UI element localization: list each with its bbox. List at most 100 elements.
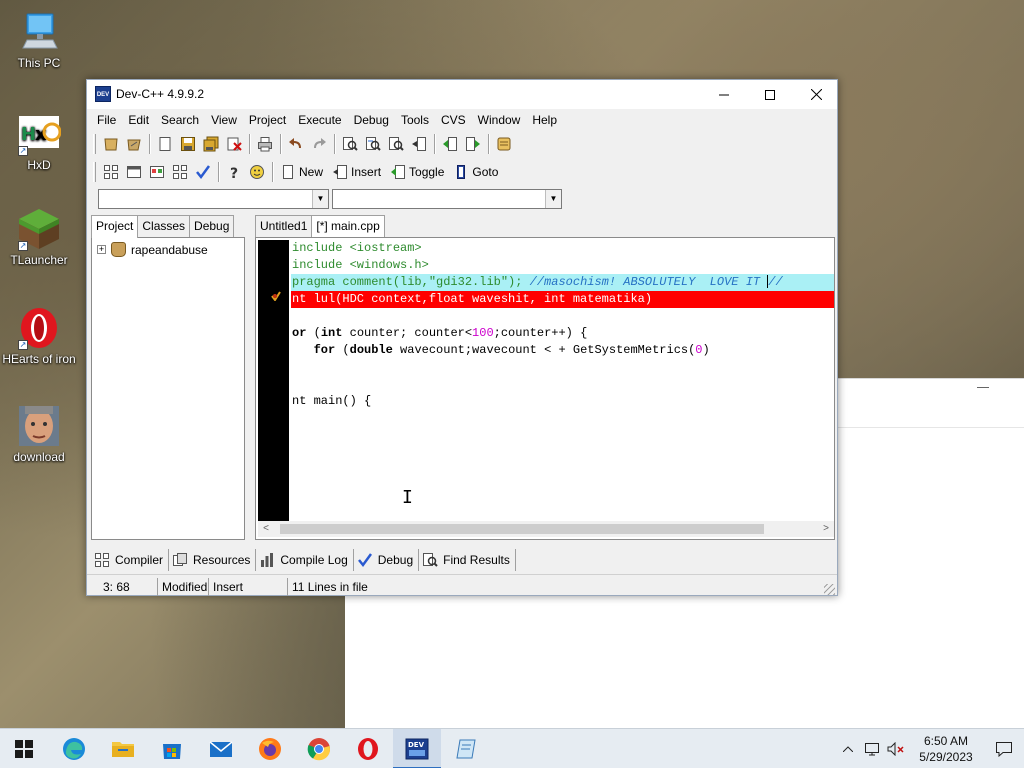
menu-search[interactable]: Search (155, 109, 205, 131)
run-button[interactable] (123, 161, 145, 183)
new-file-button[interactable] (154, 133, 176, 155)
menu-window[interactable]: Window (472, 109, 527, 131)
goto-bookmark-button[interactable]: Goto (450, 161, 504, 183)
save-all-button[interactable] (200, 133, 222, 155)
tab-compile-log[interactable]: Compile Log (256, 549, 354, 571)
menu-debug[interactable]: Debug (348, 109, 395, 131)
start-button[interactable] (0, 729, 48, 768)
class-combo[interactable]: ▼ (98, 189, 329, 209)
close-file-button[interactable] (223, 133, 245, 155)
taskbar-store[interactable] (148, 729, 196, 768)
chevron-down-icon[interactable]: ▼ (312, 190, 328, 208)
tab-main-cpp[interactable]: [*] main.cpp (311, 215, 385, 237)
tab-debug-output[interactable]: Debug (354, 549, 420, 571)
project-icon (104, 138, 118, 151)
show-hidden-icons-button[interactable] (836, 729, 860, 768)
desktop-icon-this-pc[interactable]: This PC (1, 10, 77, 70)
code-text[interactable]: include <iostream> include <windows.h> p… (291, 240, 834, 521)
menu-help[interactable]: Help (526, 109, 563, 131)
tab-compiler[interactable]: Compiler (91, 549, 170, 571)
redo-button[interactable] (308, 133, 330, 155)
taskbar-mail[interactable] (197, 729, 245, 768)
find-next-button[interactable] (385, 133, 407, 155)
new-class-button[interactable]: New (277, 161, 329, 183)
open-file-button[interactable] (123, 133, 145, 155)
editor-gutter[interactable] (258, 240, 289, 521)
taskbar-devcpp[interactable]: DEV (393, 729, 441, 768)
checkmark-icon (357, 553, 372, 568)
menu-edit[interactable]: Edit (122, 109, 155, 131)
status-line-count: 11 Lines in file (292, 580, 368, 594)
tab-debug[interactable]: Debug (189, 215, 235, 237)
code-editor[interactable]: include <iostream> include <windows.h> p… (255, 237, 835, 540)
about-button[interactable] (246, 161, 268, 183)
scrollbar-thumb[interactable] (280, 524, 764, 534)
network-tray-button[interactable] (860, 729, 884, 768)
background-window-minimize[interactable] (977, 387, 989, 388)
open-project-button[interactable] (100, 133, 122, 155)
save-button[interactable] (177, 133, 199, 155)
menu-project[interactable]: Project (243, 109, 292, 131)
chevron-down-icon[interactable]: ▼ (545, 190, 561, 208)
horizontal-scrollbar[interactable]: < > (258, 521, 834, 537)
taskbar-file-explorer[interactable] (99, 729, 147, 768)
taskbar-firefox[interactable] (246, 729, 294, 768)
menu-file[interactable]: File (91, 109, 122, 131)
insert-button[interactable]: Insert (329, 161, 387, 183)
taskbar-clock[interactable]: 6:50 AM 5/29/2023 (908, 733, 984, 765)
taskbar-opera[interactable] (344, 729, 392, 768)
tab-untitled1[interactable]: Untitled1 (255, 215, 313, 237)
volume-tray-button[interactable] (884, 729, 908, 768)
help-button[interactable]: ? (223, 161, 245, 183)
syntax-check-button[interactable] (192, 161, 214, 183)
compile-run-button[interactable] (146, 161, 168, 183)
toggle-bookmark-button[interactable]: Toggle (387, 161, 450, 183)
replace-button[interactable] (362, 133, 384, 155)
find-button[interactable] (339, 133, 361, 155)
desktop-icon-download[interactable]: download (1, 404, 77, 464)
desktop-icon-hearts-of-iron[interactable]: ↗ HEarts of iron (1, 306, 77, 366)
taskbar-edge[interactable] (50, 729, 98, 768)
minimize-button[interactable] (701, 80, 747, 109)
compile-button[interactable] (100, 161, 122, 183)
toolbar-grip[interactable] (93, 134, 96, 154)
tab-find-results[interactable]: Find Results (419, 549, 516, 571)
tab-resources[interactable]: Resources (169, 549, 257, 571)
toolbar-grip[interactable] (93, 162, 96, 182)
title-bar[interactable]: DEV Dev-C++ 4.9.9.2 (87, 80, 837, 109)
notifications-button[interactable] (984, 729, 1024, 768)
menu-view[interactable]: View (205, 109, 243, 131)
tree-item-project[interactable]: + rapeandabuse (97, 242, 208, 257)
code-line: or (int counter; counter<100;counter++) … (292, 326, 588, 340)
rebuild-all-button[interactable] (169, 161, 191, 183)
devcpp-app-icon[interactable]: DEV (95, 86, 111, 102)
scroll-left-icon[interactable]: < (258, 521, 274, 537)
desktop-icon-tlauncher[interactable]: ↗ TLauncher (1, 207, 77, 267)
insert-icon (333, 165, 348, 179)
print-button[interactable] (254, 133, 276, 155)
resize-grip[interactable] (824, 584, 835, 595)
menu-cvs[interactable]: CVS (435, 109, 472, 131)
bookmark-toggle-icon (391, 165, 406, 179)
panel-splitter[interactable] (87, 574, 837, 577)
opera-icon (358, 738, 378, 760)
maximize-button[interactable] (747, 80, 793, 109)
undo-button[interactable] (285, 133, 307, 155)
close-button[interactable] (793, 80, 839, 109)
taskbar-chrome[interactable] (295, 729, 343, 768)
menu-tools[interactable]: Tools (395, 109, 435, 131)
desktop-icon-label: This PC (17, 56, 61, 70)
tab-classes[interactable]: Classes (137, 215, 191, 237)
menu-execute[interactable]: Execute (292, 109, 347, 131)
expand-icon[interactable]: + (97, 245, 106, 254)
member-combo[interactable]: ▼ (332, 189, 562, 209)
goto-line-button[interactable] (408, 133, 430, 155)
add-to-project-button[interactable] (439, 133, 461, 155)
scroll-right-icon[interactable]: > (818, 521, 834, 537)
notepad-icon (456, 739, 476, 759)
remove-from-project-button[interactable] (462, 133, 484, 155)
desktop-icon-hxd[interactable]: Hx ↗ HxD (1, 112, 77, 172)
project-options-button[interactable] (493, 133, 515, 155)
taskbar-notepad[interactable] (442, 729, 490, 768)
tab-project[interactable]: Project (91, 215, 139, 238)
